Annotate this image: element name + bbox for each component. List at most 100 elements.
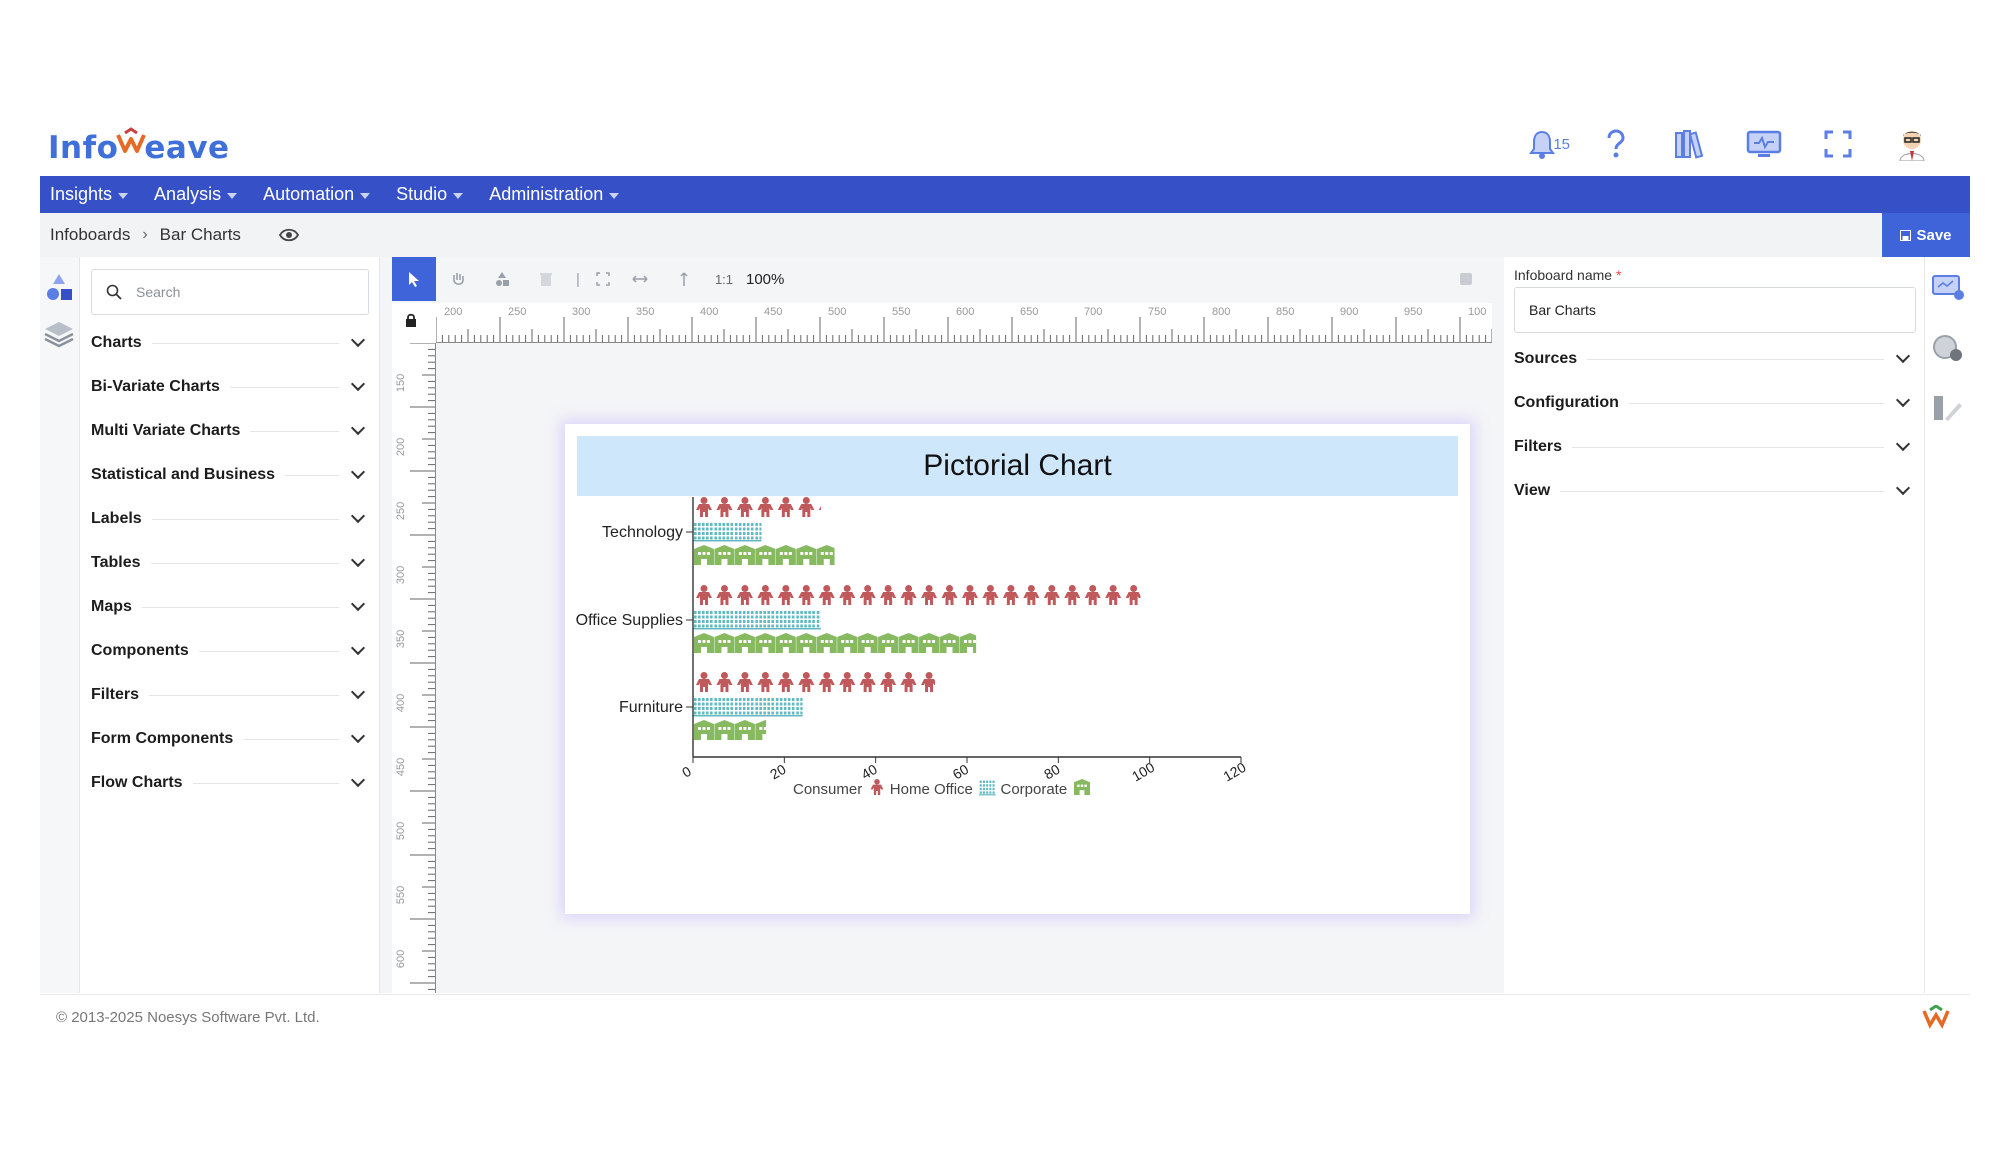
category-bi-variate-charts[interactable]: Bi-Variate Charts	[91, 365, 371, 409]
category-form-components[interactable]: Form Components	[91, 717, 371, 761]
category-label: Components	[91, 642, 189, 659]
main-nav: Insights Analysis Automation Studio Admi…	[40, 176, 1970, 213]
bar-building-icon	[693, 523, 762, 542]
section-view[interactable]: View	[1514, 469, 1916, 513]
nav-studio[interactable]: Studio	[396, 184, 464, 205]
ruler-label: 850	[1276, 306, 1294, 318]
ruler-label: 450	[395, 758, 407, 776]
top-header: Info eave 15	[40, 110, 1970, 176]
chevron-down-icon	[350, 376, 366, 392]
section-label: Filters	[1514, 438, 1563, 455]
category-filters[interactable]: Filters	[91, 673, 371, 717]
pictorial-chart: TechnologyOffice SuppliesFurniture0 20 40 6…	[576, 497, 1249, 798]
x-tick-label: 120	[1220, 759, 1248, 785]
category-statistical-business[interactable]: Statistical and Business	[91, 453, 371, 497]
lock-icon[interactable]	[404, 313, 418, 327]
left-splitter[interactable]	[380, 257, 392, 993]
search-input[interactable]: Search	[91, 269, 369, 315]
delete-button[interactable]	[524, 257, 568, 301]
nav-administration[interactable]: Administration	[489, 184, 620, 205]
pan-tool-button[interactable]	[436, 257, 480, 301]
chart-widget[interactable]: Pictorial Chart Technology Office Supplie…	[565, 424, 1470, 914]
chevron-down-icon	[350, 420, 366, 436]
notification-count: 15	[1553, 136, 1570, 153]
chevron-down-icon	[350, 728, 366, 744]
library-icon[interactable]	[1670, 124, 1710, 164]
ruler-label: 250	[508, 306, 526, 318]
logo-mark-icon	[116, 127, 147, 153]
section-label: Configuration	[1514, 394, 1619, 411]
ruler-label: 950	[1404, 306, 1422, 318]
user-avatar[interactable]	[1892, 124, 1932, 164]
toolbar-divider: |	[576, 270, 580, 288]
category-flow-charts[interactable]: Flow Charts	[91, 761, 371, 805]
left-rail	[40, 257, 80, 993]
section-filters[interactable]: Filters	[1514, 425, 1916, 469]
nav-automation[interactable]: Automation	[263, 184, 371, 205]
category-components[interactable]: Components	[91, 629, 371, 673]
category-label: Maps	[91, 598, 132, 615]
save-icon	[1900, 229, 1912, 241]
chevron-down-icon	[350, 640, 366, 656]
bar-building-icon	[693, 611, 821, 630]
legend-label: Corporate	[1000, 781, 1067, 798]
select-tool-button[interactable]	[392, 257, 436, 301]
help-small-icon[interactable]	[1460, 273, 1472, 285]
infoveave-logo[interactable]: Info eave	[48, 126, 230, 170]
bar-house-icon	[694, 720, 767, 740]
bar-building-icon	[693, 698, 803, 717]
category-charts[interactable]: Charts	[91, 321, 371, 365]
property-sections: Sources Configuration Filters View	[1514, 337, 1916, 513]
nav-administration-label: Administration	[489, 184, 604, 204]
section-sources[interactable]: Sources	[1514, 337, 1916, 381]
shapes-tool-button[interactable]	[480, 257, 524, 301]
right-splitter[interactable]	[1492, 257, 1504, 993]
category-multi-variate-charts[interactable]: Multi Variate Charts	[91, 409, 371, 453]
ruler-label: 600	[956, 306, 974, 318]
breadcrumb: Infoboards › Bar Charts Save	[40, 213, 1970, 257]
ruler-label: 550	[395, 886, 407, 904]
save-button[interactable]: Save	[1882, 213, 1970, 257]
legend-label: Home Office	[890, 781, 973, 798]
theme-icon[interactable]	[1931, 333, 1965, 363]
section-configuration[interactable]: Configuration	[1514, 381, 1916, 425]
caret-down-icon	[609, 193, 620, 199]
shapes-icon[interactable]	[42, 271, 76, 305]
help-icon[interactable]	[1596, 124, 1636, 164]
bell-icon[interactable]: 15	[1522, 124, 1570, 164]
dashboard-settings-icon[interactable]	[1931, 273, 1965, 303]
ruler-label: 350	[636, 306, 654, 318]
category-label: Filters	[91, 686, 140, 703]
ruler-label: 200	[444, 306, 462, 318]
fit-width-icon[interactable]	[618, 257, 662, 301]
fit-screen-icon[interactable]	[588, 257, 618, 301]
bar-house-icon	[694, 545, 835, 565]
eye-icon[interactable]	[278, 228, 299, 242]
chevron-down-icon	[350, 596, 366, 612]
properties-panel: Infoboard name * Bar Charts Sources Conf…	[1504, 257, 1924, 993]
chevron-down-icon	[1895, 392, 1911, 408]
design-canvas[interactable]: Pictorial Chart Technology Office Supplie…	[437, 344, 1492, 993]
category-maps[interactable]: Maps	[91, 585, 371, 629]
ruler-label: 150	[395, 374, 407, 392]
nav-insights[interactable]: Insights	[50, 184, 129, 205]
ruler-label: 300	[572, 306, 590, 318]
ruler-label: 500	[395, 822, 407, 840]
fullscreen-icon[interactable]	[1818, 124, 1858, 164]
category-labels[interactable]: Labels	[91, 497, 371, 541]
actual-size-button[interactable]: 1:1	[706, 257, 742, 301]
breadcrumb-root[interactable]: Infoboards	[50, 225, 130, 245]
monitor-icon[interactable]	[1744, 124, 1784, 164]
ruler-label: 200	[395, 438, 407, 456]
infoboard-name-field[interactable]: Bar Charts	[1514, 287, 1916, 333]
nav-analysis[interactable]: Analysis	[154, 184, 238, 205]
caret-down-icon	[453, 193, 464, 199]
layers-icon[interactable]	[42, 317, 76, 351]
category-label: Tables	[91, 554, 141, 571]
style-brush-icon[interactable]	[1931, 393, 1965, 423]
legend-person-icon	[870, 779, 884, 795]
chevron-down-icon	[1895, 436, 1911, 452]
category-tables[interactable]: Tables	[91, 541, 371, 585]
x-tick-label: 100	[1129, 759, 1157, 785]
fit-height-icon[interactable]	[662, 257, 706, 301]
